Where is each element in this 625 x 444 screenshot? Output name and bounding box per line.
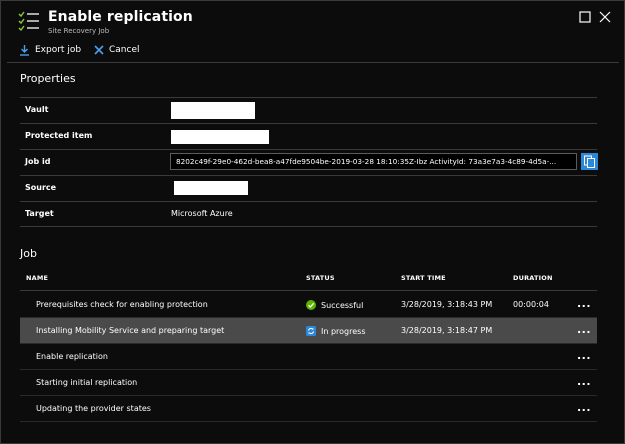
- job-step-status: Successful: [306, 299, 363, 311]
- more-options-button[interactable]: ...: [577, 323, 591, 336]
- success-check-icon: [306, 300, 316, 310]
- job-heading: Job: [20, 247, 37, 260]
- job-step-name: Prerequisites check for enabling protect…: [36, 300, 208, 309]
- cancel-label: Cancel: [109, 45, 140, 55]
- column-header-status: STATUS: [306, 274, 335, 282]
- property-label: Vault: [25, 105, 49, 114]
- blade-subtitle: Site Recovery Job: [48, 27, 110, 35]
- property-label: Target: [25, 209, 54, 218]
- redacted-value: [174, 181, 248, 195]
- more-options-button[interactable]: ...: [577, 297, 591, 310]
- job-step-name: Enable replication: [36, 352, 108, 361]
- redacted-value: [171, 130, 269, 144]
- property-row-vault: Vault: [20, 97, 597, 123]
- property-row-job-id: Job id 8202c49f-29e0-462d-bea8-a47fde950…: [20, 149, 598, 175]
- export-icon: [20, 45, 29, 56]
- more-options-button[interactable]: ...: [577, 401, 591, 414]
- status-text: Successful: [321, 300, 364, 310]
- status-text: In progress: [321, 326, 366, 336]
- property-value: Microsoft Azure: [171, 209, 233, 218]
- maximize-icon[interactable]: [579, 11, 591, 23]
- export-job-label: Export job: [35, 45, 82, 55]
- table-row[interactable]: Enable replication ...: [20, 344, 597, 370]
- job-id-field[interactable]: 8202c49f-29e0-462d-bea8-a47fde9504be-201…: [170, 153, 577, 170]
- property-label: Source: [25, 183, 57, 192]
- property-row-protected-item: Protected item: [20, 123, 597, 149]
- job-step-duration: 00:00:04: [513, 300, 549, 309]
- copy-button[interactable]: [581, 153, 598, 170]
- more-options-button[interactable]: ...: [577, 375, 591, 388]
- copy-icon: [584, 155, 595, 168]
- job-step-name: Installing Mobility Service and preparin…: [36, 326, 225, 335]
- property-row-source: Source: [20, 175, 597, 201]
- more-options-button[interactable]: ...: [577, 349, 591, 362]
- cancel-button[interactable]: Cancel: [94, 43, 140, 57]
- table-row[interactable]: Starting initial replication ...: [20, 370, 597, 396]
- property-row-target: Target Microsoft Azure: [20, 201, 597, 227]
- job-step-status: In progress: [306, 325, 366, 337]
- column-header-duration: DURATION: [513, 274, 553, 282]
- job-table-header: NAME STATUS START TIME DURATION: [20, 267, 597, 291]
- export-job-button[interactable]: Export job: [19, 43, 81, 57]
- job-step-start-time: 3/28/2019, 3:18:47 PM: [401, 326, 493, 335]
- job-step-name: Updating the provider states: [36, 404, 151, 413]
- blade-window: Enable replication Site Recovery Job Exp…: [0, 0, 625, 444]
- column-header-name: NAME: [26, 274, 49, 282]
- job-step-start-time: 3/28/2019, 3:18:43 PM: [401, 300, 493, 309]
- blade-header: Enable replication Site Recovery Job: [2, 2, 623, 38]
- job-step-name: Starting initial replication: [36, 378, 138, 387]
- property-label: Protected item: [25, 131, 93, 140]
- toolbar-divider: [7, 62, 619, 63]
- redacted-value: [171, 102, 255, 119]
- job-checklist-icon: [18, 11, 39, 31]
- table-row[interactable]: Installing Mobility Service and preparin…: [20, 318, 597, 344]
- properties-heading: Properties: [20, 72, 76, 85]
- command-bar: Export job Cancel: [2, 39, 623, 63]
- in-progress-icon: [306, 326, 316, 336]
- table-row[interactable]: Prerequisites check for enabling protect…: [20, 292, 597, 318]
- property-label: Job id: [25, 157, 51, 166]
- blade-title: Enable replication: [48, 9, 193, 25]
- close-icon[interactable]: [599, 11, 611, 23]
- column-header-start-time: START TIME: [401, 274, 446, 282]
- cancel-x-icon: [94, 45, 104, 55]
- table-row[interactable]: Updating the provider states ...: [20, 396, 597, 422]
